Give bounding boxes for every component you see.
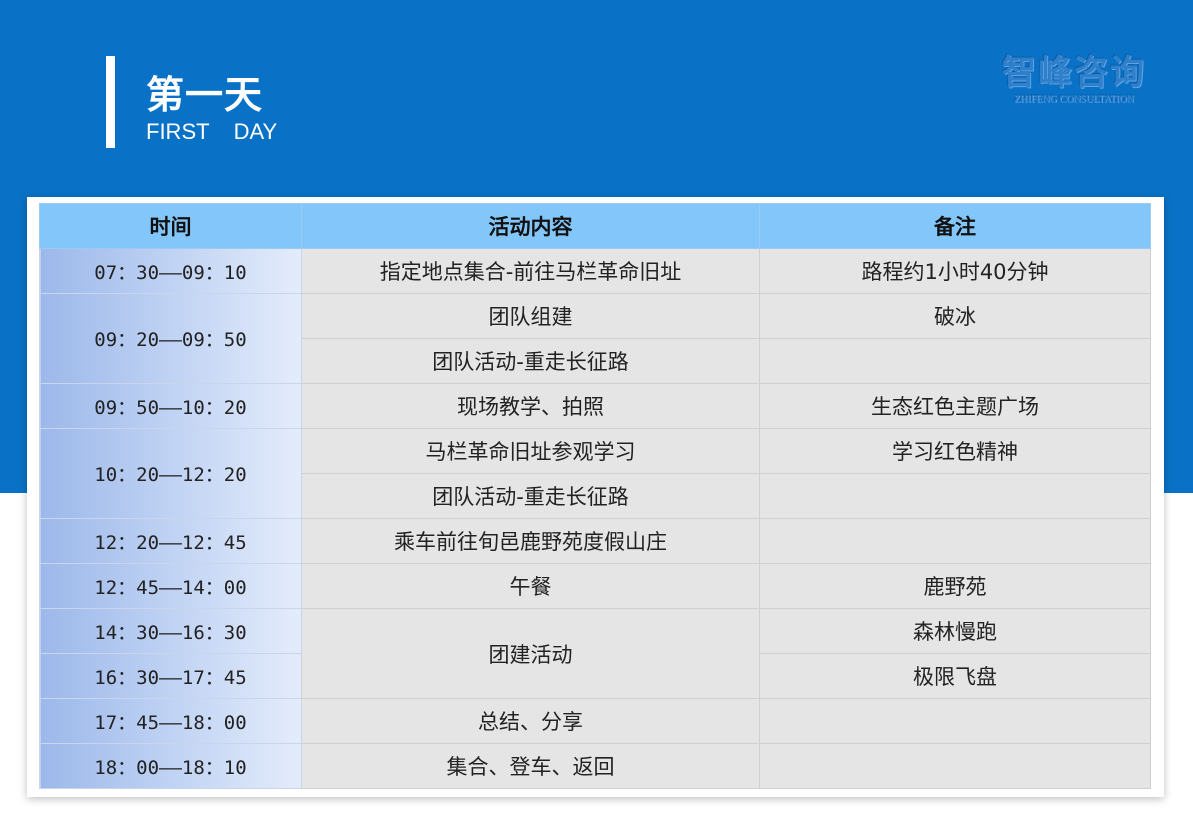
time-cell: 10：20——12：20 [39,428,302,519]
time-cell: 09：20——09：50 [39,293,302,384]
activity-cell: 乘车前往旬邑鹿野苑度假山庄 [301,518,760,564]
note-cell: 森林慢跑 [759,608,1151,654]
column-header-activity: 活动内容 [301,203,760,249]
table-row: 17：45——18：00 总结、分享 [39,698,1151,744]
page-title: 第一天 [146,73,264,117]
table-row: 10：20——12：20 马栏革命旧址参观学习 学习红色精神 [39,428,1151,519]
page-subtitle: FIRST DAY [146,119,278,144]
activity-cell: 总结、分享 [301,698,760,744]
note-cell [759,518,1151,564]
activity-cell: 团队活动-重走长征路 [301,473,760,519]
table-row: 09：50——10：20 现场教学、拍照 生态红色主题广场 [39,383,1151,429]
time-cell: 18：00——18：10 [39,743,302,789]
activity-cell: 团建活动 [301,608,760,699]
time-cell: 17：45——18：00 [39,698,302,744]
table-row: 14：30——16：30 团建活动 森林慢跑 [39,608,1151,699]
time-cell: 14：30——16：30 [39,608,302,654]
note-cell: 极限飞盘 [759,653,1151,699]
time-cell: 12：20——12：45 [39,518,302,564]
time-cell: 09：50——10：20 [39,383,302,429]
activity-cell: 团队组建 [301,293,760,339]
time-cell: 07：30——09：10 [39,248,302,294]
activity-cell: 现场教学、拍照 [301,383,760,429]
table-row: 09：20——09：50 团队组建 破冰 [39,293,1151,384]
note-cell: 学习红色精神 [759,428,1151,474]
logo-text-cn: 智峰咨询 [1002,53,1146,93]
activity-cell: 集合、登车、返回 [301,743,760,789]
note-cell: 破冰 [759,293,1151,339]
column-header-note: 备注 [759,203,1151,249]
note-cell [759,743,1151,789]
table-row: 12：20——12：45 乘车前往旬邑鹿野苑度假山庄 [39,518,1151,564]
activity-cell: 午餐 [301,563,760,609]
table-header-row: 时间 活动内容 备注 [39,203,1151,249]
title-accent-bar [106,56,115,148]
note-cell: 生态红色主题广场 [759,383,1151,429]
note-cell: 路程约1小时40分钟 [759,248,1151,294]
table-row: 12：45——14：00 午餐 鹿野苑 [39,563,1151,609]
company-logo: 智峰咨询 ZHIFENG CONSULTATION [994,52,1154,106]
schedule-table: 时间 活动内容 备注 07：30——09：10 指定地点集合-前往马栏革命旧址 … [39,203,1151,789]
note-cell [759,698,1151,744]
time-cell: 12：45——14：00 [39,563,302,609]
column-header-time: 时间 [39,203,302,249]
note-cell [759,338,1151,384]
logo-text-en: ZHIFENG CONSULTATION [1014,94,1134,105]
table-row: 18：00——18：10 集合、登车、返回 [39,743,1151,789]
activity-cell: 马栏革命旧址参观学习 [301,428,760,474]
time-cell: 16：30——17：45 [39,653,302,699]
table-row: 07：30——09：10 指定地点集合-前往马栏革命旧址 路程约1小时40分钟 [39,248,1151,294]
note-cell [759,473,1151,519]
note-cell: 鹿野苑 [759,563,1151,609]
activity-cell: 团队活动-重走长征路 [301,338,760,384]
activity-cell: 指定地点集合-前往马栏革命旧址 [301,248,760,294]
